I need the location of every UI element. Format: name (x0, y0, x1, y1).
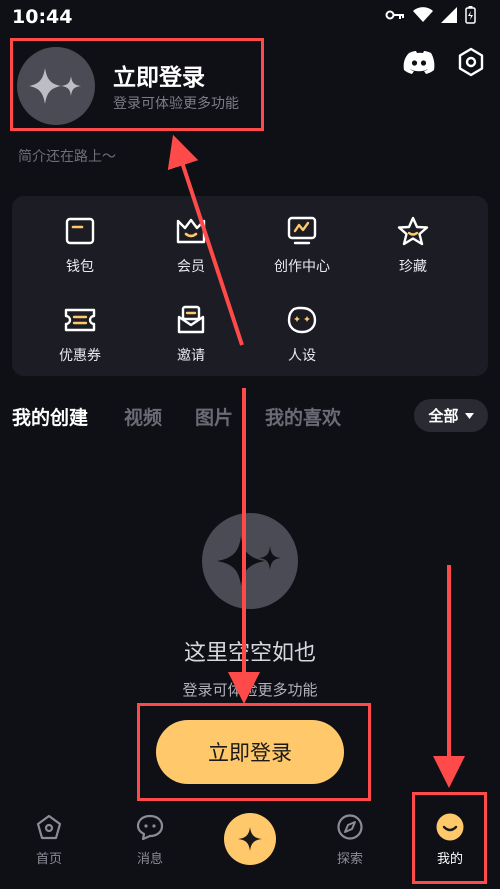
annotation-arrow-to-login (167, 134, 244, 346)
annotation-arrows (167, 134, 465, 788)
